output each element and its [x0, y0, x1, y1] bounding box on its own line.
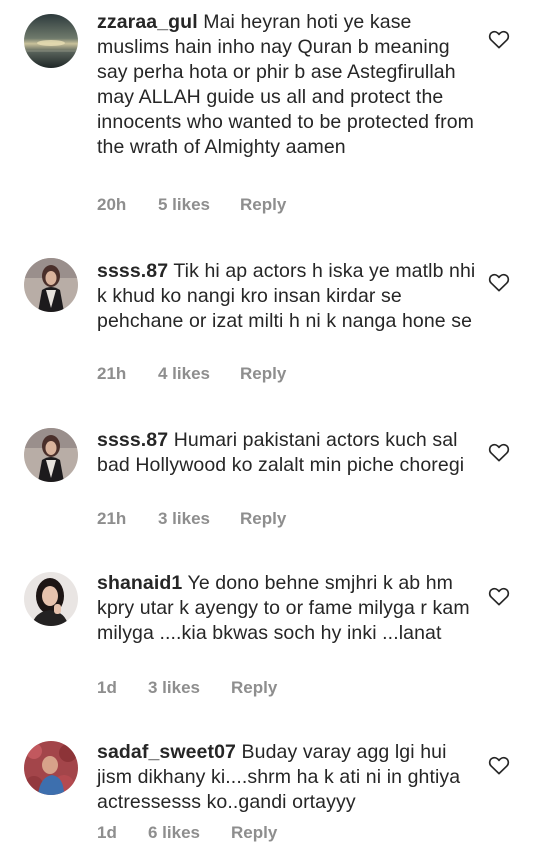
comment-time: 1d [97, 678, 117, 697]
comment-username[interactable]: ssss.87 [97, 429, 168, 451]
comment-time: 21h [97, 509, 127, 528]
woman-portrait-icon [24, 258, 78, 312]
comment-likes[interactable]: 4 likes [158, 364, 210, 384]
comment-time: 1d [97, 823, 117, 842]
avatar[interactable] [24, 428, 78, 482]
woman-portrait-icon [24, 428, 78, 482]
avatar[interactable] [24, 572, 78, 626]
like-heart-icon[interactable] [488, 586, 510, 606]
comment-time: 20h [97, 195, 127, 214]
child-flowers-icon [24, 741, 78, 795]
comment-likes[interactable]: 6 likes [148, 823, 200, 843]
like-heart-icon[interactable] [488, 442, 510, 462]
girl-portrait-icon [24, 572, 78, 626]
like-heart-icon[interactable] [488, 755, 510, 775]
avatar[interactable] [24, 14, 78, 68]
avatar[interactable] [24, 258, 78, 312]
like-heart-icon[interactable] [488, 272, 510, 292]
avatar[interactable] [24, 741, 78, 795]
comment-likes[interactable]: 3 likes [158, 509, 210, 529]
comment-username[interactable]: shanaid1 [97, 572, 182, 594]
comment-username[interactable]: zzaraa_gul [97, 11, 198, 33]
reply-button[interactable]: Reply [240, 364, 286, 384]
reply-button[interactable]: Reply [240, 509, 286, 529]
comment-likes[interactable]: 3 likes [148, 678, 200, 698]
reply-button[interactable]: Reply [231, 678, 277, 698]
like-heart-icon[interactable] [488, 29, 510, 49]
comment-username[interactable]: sadaf_sweet07 [97, 741, 236, 763]
comment-username[interactable]: ssss.87 [97, 260, 168, 282]
comment-text: Mai heyran hoti ye kase muslims hain inh… [97, 11, 474, 158]
comment-likes[interactable]: 5 likes [158, 195, 210, 215]
reply-button[interactable]: Reply [231, 823, 277, 843]
sunset-sea-icon [24, 14, 78, 68]
reply-button[interactable]: Reply [240, 195, 286, 215]
comment-time: 21h [97, 364, 127, 383]
